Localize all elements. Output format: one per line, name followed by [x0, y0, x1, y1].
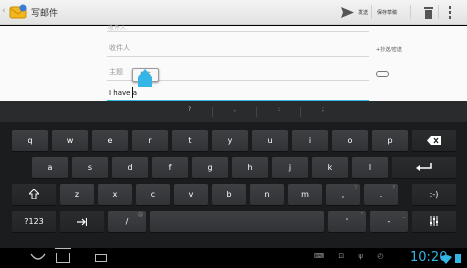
key-c[interactable]: c [136, 184, 170, 205]
send-button[interactable]: 发送 [358, 9, 368, 16]
key-m[interactable]: m [288, 184, 322, 205]
key-comma[interactable]: ,! [326, 184, 360, 205]
key-g[interactable]: g [192, 157, 228, 178]
system-bar: ⌨ ⊡ ψ ◴ 10:20 [0, 248, 467, 268]
text-selection-handle[interactable] [137, 69, 153, 87]
key-b[interactable]: b [212, 184, 246, 205]
tab-key[interactable] [60, 211, 104, 232]
divider [371, 5, 372, 19]
subject-field[interactable]: 主题 [109, 67, 123, 77]
notification-icons[interactable]: ⌨ ⊡ ψ ◴ [314, 252, 389, 260]
key-slash[interactable]: / @ [108, 211, 146, 232]
home-icon[interactable] [55, 248, 71, 263]
divider [256, 107, 257, 117]
back-icon[interactable] [30, 252, 46, 262]
suggestion-item[interactable]: , [234, 106, 236, 113]
key-comma-label: , [341, 190, 345, 199]
space-key[interactable] [150, 211, 324, 232]
recent-apps-icon[interactable] [95, 254, 107, 262]
up-caret-icon[interactable]: ‹ [2, 6, 6, 16]
divider [438, 5, 439, 19]
divider [300, 107, 301, 117]
keyboard-settings-icon [430, 216, 438, 226]
key-f[interactable]: f [152, 157, 188, 178]
key-apostrophe-hint: " [360, 212, 363, 218]
text-cursor [132, 87, 133, 98]
attachment-icon[interactable] [376, 71, 389, 77]
key-h[interactable]: h [232, 157, 268, 178]
key-period[interactable]: .? [364, 184, 398, 205]
enter-icon [416, 163, 432, 171]
enter-key[interactable] [392, 157, 456, 178]
key-k[interactable]: k [312, 157, 348, 178]
suggestion-item[interactable]: ? [188, 106, 191, 113]
suggestion-bar: ? , : ; [0, 101, 467, 122]
smiley-key[interactable]: :-) [412, 184, 456, 205]
divider [107, 56, 369, 57]
trash-icon[interactable] [424, 6, 433, 19]
key-u[interactable]: u [252, 130, 288, 151]
key-w[interactable]: w [52, 130, 88, 151]
action-bar: ‹ 写邮件 发送 保存草稿 [0, 0, 467, 25]
screen-title: 写邮件 [31, 9, 59, 19]
keyboard-settings-key[interactable] [412, 211, 456, 232]
key-p[interactable]: p [372, 130, 408, 151]
key-apostrophe-label: ' [345, 217, 349, 226]
soft-keyboard: ? , : ; q w e r t y u i o p a s d f g h … [0, 101, 467, 248]
key-dash-hint: _ [402, 212, 406, 218]
send-icon[interactable] [341, 7, 354, 18]
key-dash-label: - [387, 217, 391, 226]
key-d[interactable]: d [112, 157, 148, 178]
key-o[interactable]: o [332, 130, 368, 151]
key-e[interactable]: e [92, 130, 128, 151]
divider [410, 5, 411, 19]
key-t[interactable]: t [172, 130, 208, 151]
key-y[interactable]: y [212, 130, 248, 151]
cc-bcc-button[interactable]: +抄送/密送 [376, 46, 402, 53]
key-period-label: . [379, 190, 383, 199]
key-v[interactable]: v [174, 184, 208, 205]
suggestion-item[interactable]: : [278, 106, 280, 113]
overflow-menu-icon[interactable] [448, 6, 452, 19]
key-slash-label: / [125, 217, 129, 226]
symbols-key[interactable]: ?123 [12, 211, 56, 232]
backspace-key[interactable] [412, 130, 456, 151]
key-r[interactable]: r [132, 130, 168, 151]
key-s[interactable]: s [72, 157, 108, 178]
key-n[interactable]: n [250, 184, 284, 205]
shift-icon [27, 188, 41, 200]
wifi-icon [440, 255, 452, 264]
divider [212, 107, 213, 117]
suggestion-item[interactable]: ; [322, 106, 324, 113]
key-z[interactable]: z [60, 184, 94, 205]
tab-icon [77, 218, 88, 226]
key-slash-hint: @ [138, 212, 143, 218]
key-dash[interactable]: - _ [370, 211, 408, 232]
key-a[interactable]: a [32, 157, 68, 178]
key-period-hint: ? [392, 185, 395, 191]
backspace-icon [427, 136, 441, 145]
divider [107, 31, 369, 32]
key-q[interactable]: q [12, 130, 48, 151]
key-l[interactable]: l [352, 157, 388, 178]
compose-form: 收件人 收件人 +抄送/密送 主题 粘贴 I have a [0, 25, 467, 102]
key-comma-hint: ! [354, 185, 357, 191]
key-j[interactable]: j [272, 157, 308, 178]
battery-icon [455, 254, 461, 263]
email-app-icon[interactable] [9, 4, 29, 20]
to-field[interactable]: 收件人 [109, 43, 130, 53]
shift-key[interactable] [12, 184, 56, 205]
save-draft-button[interactable]: 保存草稿 [377, 9, 397, 16]
key-i[interactable]: i [292, 130, 328, 151]
key-x[interactable]: x [98, 184, 132, 205]
key-apostrophe[interactable]: ' " [328, 211, 366, 232]
